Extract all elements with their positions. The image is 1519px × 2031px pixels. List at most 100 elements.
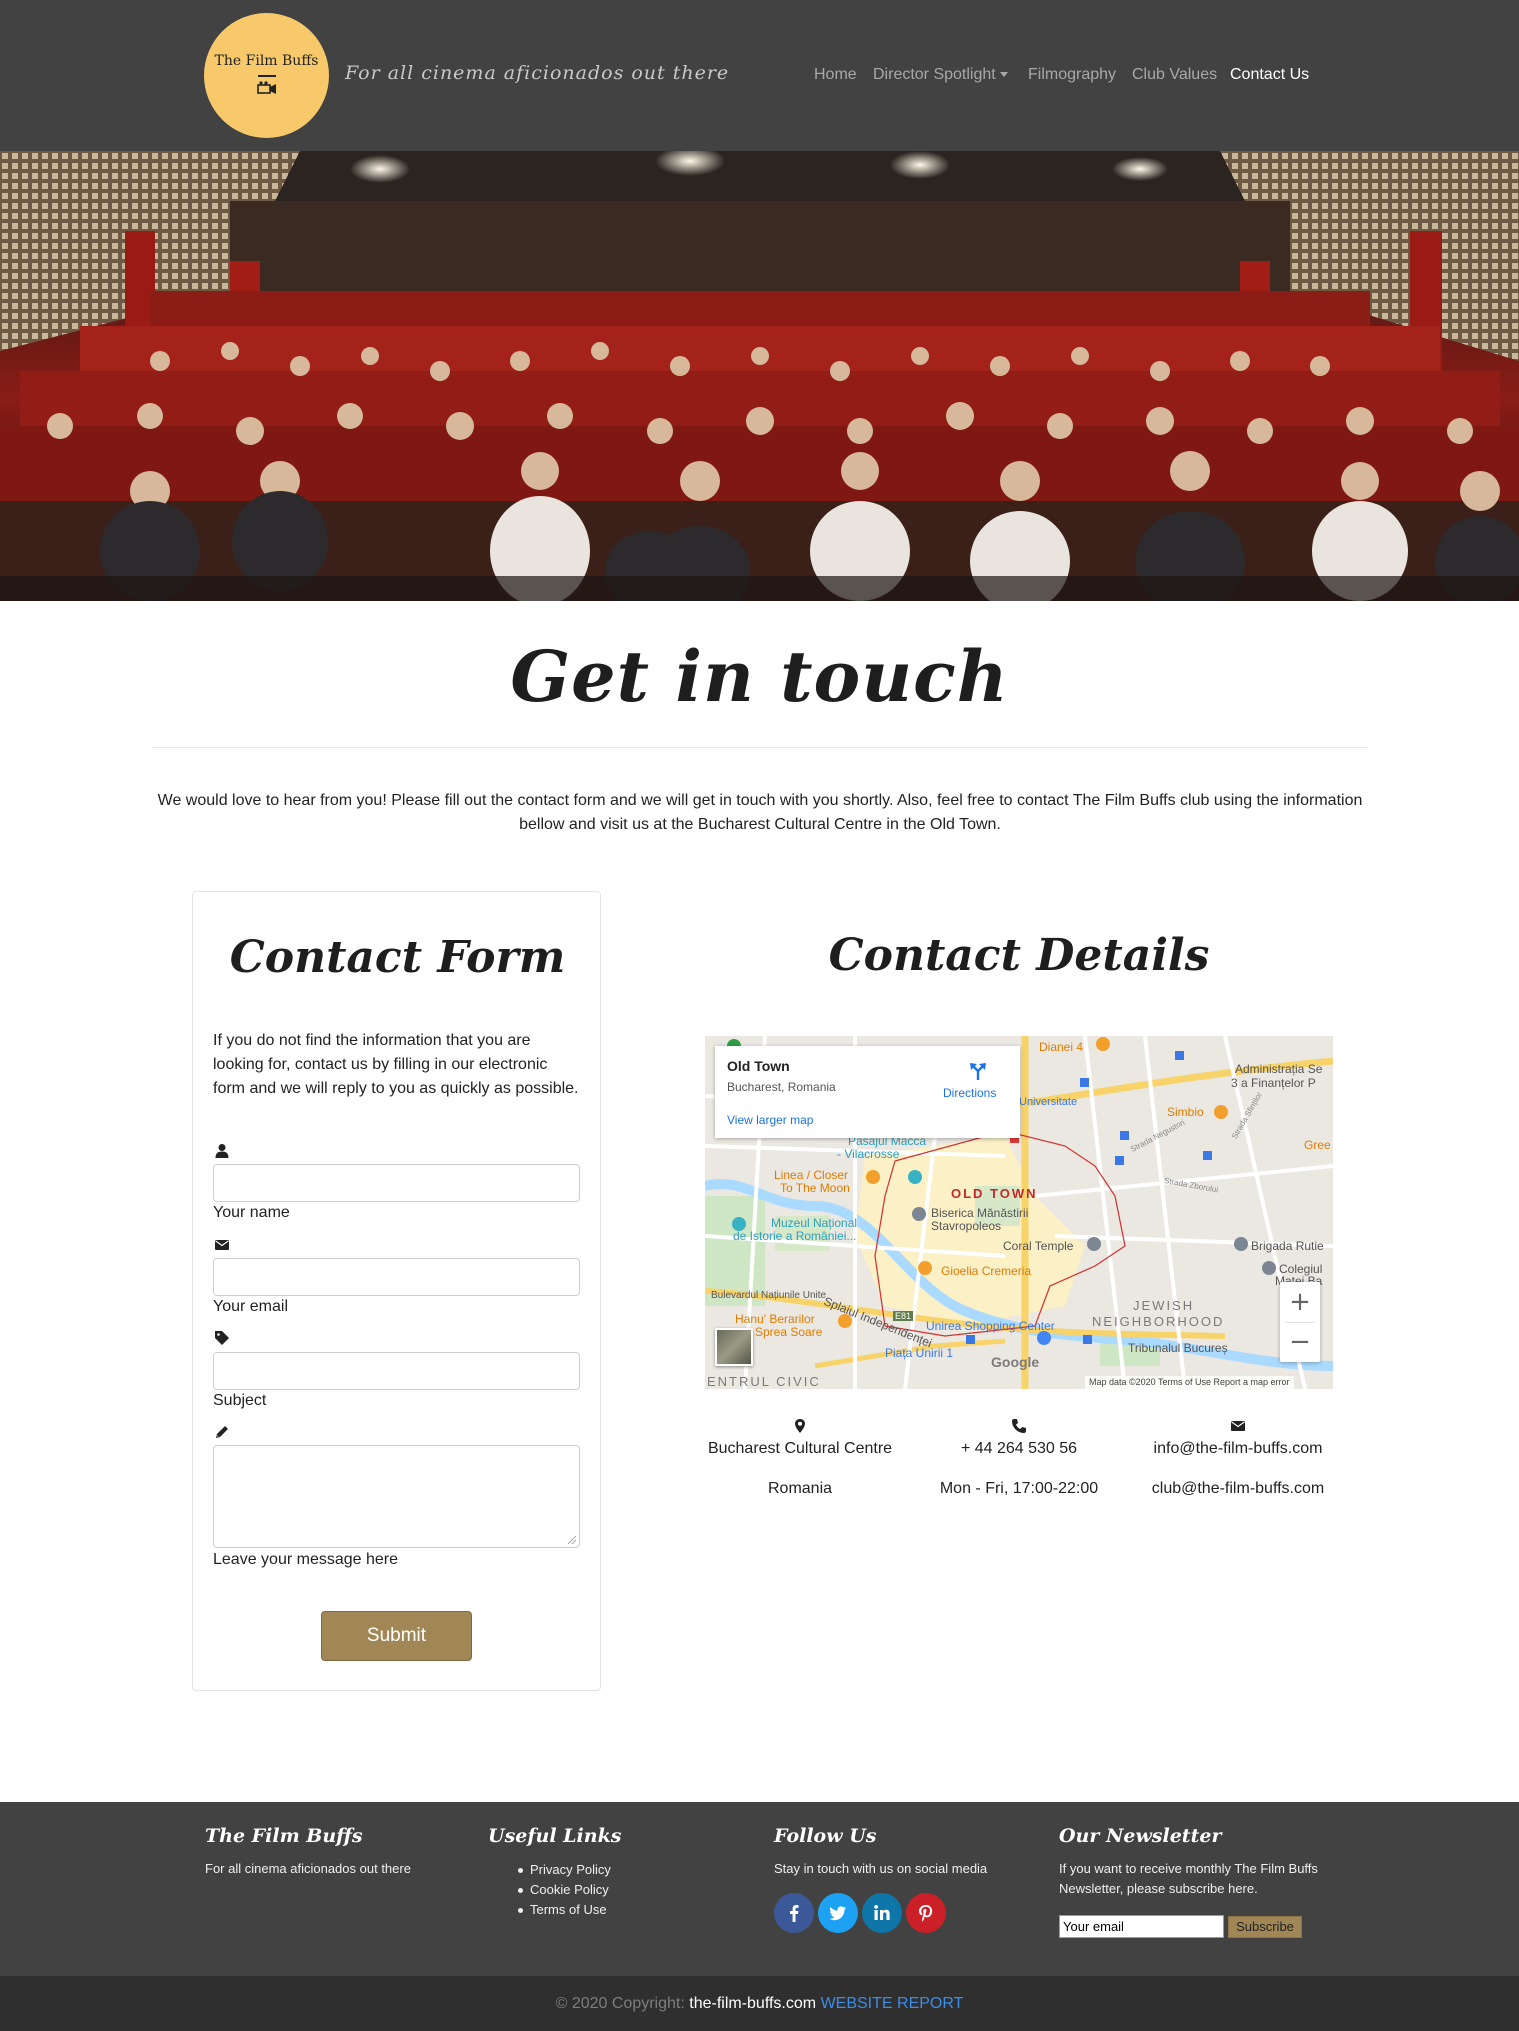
footer-about-title: The Film Buffs — [205, 1825, 363, 1847]
tag-icon — [215, 1331, 229, 1345]
resize-grip-icon[interactable] — [568, 1536, 576, 1544]
newsletter-email-input[interactable]: Your email — [1059, 1915, 1224, 1938]
copyright-site[interactable]: the-film-buffs.com — [689, 1995, 816, 2012]
caret-down-icon — [999, 72, 1008, 78]
contact-form-title: Contact Form — [229, 932, 566, 983]
map-zoom-control: + − — [1280, 1282, 1320, 1362]
nav-filmography[interactable]: Filmography — [1028, 66, 1116, 84]
nav-director-spotlight[interactable]: Director Spotlight — [873, 66, 1008, 84]
map-label-bulevardul: Bulevardul Națiunile Unite — [711, 1290, 827, 1301]
footer-link-privacy[interactable]: Privacy Policy — [516, 1860, 611, 1880]
map-label-istorie: de Istorie a României... — [733, 1229, 857, 1243]
map-place-card: Old Town Bucharest, Romania View larger … — [715, 1046, 1020, 1138]
map-label-gree: Gree — [1304, 1138, 1331, 1152]
footer-link-cookie[interactable]: Cookie Policy — [516, 1880, 611, 1900]
map-label-vilacrosse: - Vilacrosse — [837, 1147, 900, 1161]
logo-text: The Film Buffs — [214, 53, 319, 69]
nav-club-values[interactable]: Club Values — [1132, 66, 1217, 84]
tagline: For all cinema aficionados out there — [345, 62, 730, 84]
footer-newsletter-title: Our Newsletter — [1059, 1825, 1222, 1847]
facebook-icon — [790, 1905, 799, 1922]
location-line1: Bucharest Cultural Centre — [707, 1440, 893, 1457]
map-label-tribunalul: Tribunalul Bucureș — [1128, 1341, 1228, 1355]
map-label-muzeul: Muzeul Național — [771, 1216, 858, 1230]
facebook-button[interactable] — [774, 1893, 814, 1933]
phone-icon — [1012, 1419, 1026, 1433]
contact-form-card: Contact Form If you do not find the info… — [192, 891, 601, 1691]
nav-home[interactable]: Home — [814, 66, 857, 84]
subject-input[interactable] — [213, 1352, 580, 1390]
copyright-prefix: © 2020 Copyright: — [555, 1995, 685, 2012]
film-camera-icon — [257, 81, 276, 94]
location-line2: Romania — [767, 1480, 833, 1497]
footer-newsletter-text: If you want to receive monthly The Film … — [1059, 1861, 1318, 1896]
message-label: Leave your message here — [213, 1551, 398, 1568]
map-label-unirea: Unirea Shopping Center — [926, 1319, 1055, 1333]
map-label-coral: Coral Temple — [1003, 1239, 1074, 1253]
map-label-finantelor: 3 a Finanțelor P — [1231, 1076, 1316, 1090]
email-input[interactable] — [213, 1258, 580, 1296]
website-report-link[interactable]: WEBSITE REPORT — [821, 1995, 964, 2012]
email-label: Your email — [213, 1298, 289, 1315]
map-label-dianei: Dianei 4 — [1039, 1040, 1084, 1054]
phone-line1[interactable]: + 44 264 530 56 — [919, 1440, 1119, 1458]
footer-links-title: Useful Links — [488, 1825, 622, 1847]
subscribe-button[interactable]: Subscribe — [1228, 1916, 1302, 1938]
map-place-address: Bucharest, Romania — [727, 1080, 836, 1094]
user-icon — [215, 1144, 229, 1158]
contact-details-title: Contact Details — [828, 930, 1210, 981]
map-label-tothemoon: To The Moon — [780, 1181, 850, 1195]
map-label-universitate: Universitate — [1019, 1096, 1078, 1108]
map-label-stavropoleos: Stavropoleos — [931, 1219, 1002, 1233]
map-label-simbio: Simbio — [1167, 1105, 1204, 1119]
view-larger-map-link[interactable]: View larger map — [727, 1113, 813, 1127]
email-line1[interactable]: info@the-film-buffs.com — [1133, 1440, 1343, 1458]
map-marker-icon — [795, 1419, 805, 1433]
envelope-icon — [215, 1240, 229, 1250]
twitter-button[interactable] — [818, 1893, 858, 1933]
zoom-in-button[interactable]: + — [1280, 1282, 1320, 1322]
google-logo: Google — [991, 1354, 1040, 1370]
map-label-old-town: OLD TOWN — [951, 1186, 1038, 1201]
map-label-biserica: Biserica Mănăstirii — [931, 1206, 1029, 1220]
directions-link[interactable]: Directions — [943, 1086, 996, 1100]
page-title: Get in touch — [510, 635, 1009, 718]
footer-link-terms[interactable]: Terms of Use — [516, 1900, 611, 1920]
phone-line2: Mon - Fri, 17:00-22:00 — [939, 1480, 1099, 1497]
map-label-jewish: JEWISH — [1133, 1298, 1195, 1313]
submit-button[interactable]: Submit — [321, 1611, 472, 1661]
pencil-icon — [216, 1426, 228, 1438]
map-label-administratia: Administrația Se — [1235, 1062, 1323, 1076]
logo-divider — [258, 75, 276, 77]
map-label-centrul: ENTRUL CIVIC — [707, 1374, 821, 1389]
linkedin-icon — [874, 1905, 890, 1920]
intro-text: We would love to hear from you! Please f… — [157, 792, 1363, 833]
name-label: Your name — [213, 1204, 290, 1221]
pinterest-icon — [919, 1905, 933, 1922]
title-divider — [152, 747, 1368, 748]
copyright-bar: © 2020 Copyright: the-film-buffs.com WEB… — [0, 1976, 1519, 2031]
map-label-gioelia: Gioelia Cremeria — [941, 1264, 1032, 1278]
navbar: The Film Buffs For all cinema aficionado… — [0, 0, 1519, 151]
map-attribution[interactable]: Map data ©2020 Terms of Use Report a map… — [1085, 1376, 1294, 1389]
footer-follow-text: Stay in touch with us on social media — [774, 1861, 988, 1876]
footer-follow-title: Follow Us — [774, 1825, 877, 1847]
directions-icon[interactable] — [967, 1060, 989, 1082]
name-input[interactable] — [213, 1164, 580, 1202]
map-label-hanu: Hanu' Berarilor — [735, 1312, 815, 1326]
footer: The Film Buffs For all cinema aficionado… — [0, 1802, 1519, 1976]
nav-contact-us[interactable]: Contact Us — [1230, 66, 1309, 84]
email-line2[interactable]: club@the-film-buffs.com — [1133, 1480, 1343, 1498]
google-map[interactable]: Dianei 4 Administrația Se 3 a Finanțelor… — [705, 1036, 1333, 1389]
envelope-icon — [1231, 1421, 1245, 1431]
map-label-e81: E81 — [893, 1311, 914, 1321]
message-textarea[interactable] — [213, 1445, 580, 1548]
map-label-neighborhood: NEIGHBORHOOD — [1092, 1314, 1225, 1329]
map-label-linea: Linea / Closer — [774, 1168, 849, 1182]
zoom-out-button[interactable]: − — [1280, 1322, 1320, 1362]
linkedin-button[interactable] — [862, 1893, 902, 1933]
satellite-toggle[interactable] — [715, 1328, 753, 1366]
subject-label: Subject — [213, 1392, 267, 1409]
pinterest-button[interactable] — [906, 1893, 946, 1933]
logo[interactable]: The Film Buffs — [204, 13, 329, 138]
